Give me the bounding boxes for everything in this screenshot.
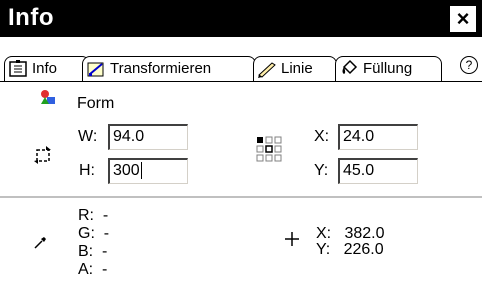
width-field[interactable]: 94.0 — [108, 124, 188, 150]
color-a-label: A: — [78, 261, 94, 278]
tab-linie-label: Linie — [281, 60, 313, 77]
section-divider — [0, 196, 482, 198]
cursor-y-row: Y: 226.0 — [316, 242, 384, 258]
color-b-label: B: — [78, 243, 94, 260]
tab-fuellung-label: Füllung — [363, 60, 413, 77]
tab-transformieren[interactable]: Transformieren — [82, 56, 256, 81]
resize-icon — [33, 145, 53, 165]
crosshair-icon — [285, 232, 299, 246]
tab-bar: Info Transformieren Linie Füllung — [0, 45, 482, 81]
cursor-x-row: X: 382.0 — [316, 226, 385, 242]
color-b-value: - — [102, 243, 108, 260]
close-button[interactable]: × — [450, 6, 476, 32]
position-x-field[interactable]: 24.0 — [338, 124, 418, 150]
shape-label: Form — [77, 95, 115, 112]
color-g-value: - — [103, 225, 110, 242]
fill-icon — [339, 59, 361, 79]
tab-fuellung[interactable]: Füllung — [335, 56, 442, 81]
tab-divider — [0, 81, 482, 82]
info-panel-icon — [8, 59, 30, 79]
tab-linie[interactable]: Linie — [253, 56, 337, 81]
title-bar: Info × — [0, 0, 482, 37]
line-icon — [257, 59, 279, 79]
color-r-row: R: - — [78, 208, 108, 224]
color-a-row: A: - — [78, 262, 107, 278]
help-button[interactable]: ? — [460, 56, 478, 74]
shape-icon — [40, 89, 56, 105]
registration-grid-icon[interactable] — [256, 136, 284, 164]
eyedropper-icon — [33, 236, 47, 250]
width-label: W: — [78, 128, 98, 145]
height-value: 300 — [113, 162, 142, 179]
tab-transformieren-label: Transformieren — [110, 60, 212, 77]
cursor-x-label: X: — [316, 225, 332, 242]
position-y-label: Y: — [314, 162, 329, 179]
cursor-x-value: 382.0 — [344, 225, 385, 242]
height-field[interactable]: 300 — [108, 158, 188, 184]
color-r-label: R: — [78, 207, 94, 224]
position-x-label: X: — [314, 128, 330, 145]
transform-icon — [86, 59, 108, 79]
color-g-row: G: - — [78, 226, 109, 242]
height-label: H: — [79, 162, 95, 179]
color-g-label: G: — [78, 225, 95, 242]
tab-info[interactable]: Info — [4, 56, 90, 81]
color-b-row: B: - — [78, 244, 107, 260]
window-title: Info — [8, 4, 54, 31]
position-y-field[interactable]: 45.0 — [338, 158, 418, 184]
tab-info-label: Info — [32, 60, 58, 77]
color-a-value: - — [102, 261, 108, 278]
cursor-y-value: 226.0 — [343, 241, 384, 258]
cursor-y-label: Y: — [316, 241, 331, 258]
color-r-value: - — [102, 207, 109, 224]
